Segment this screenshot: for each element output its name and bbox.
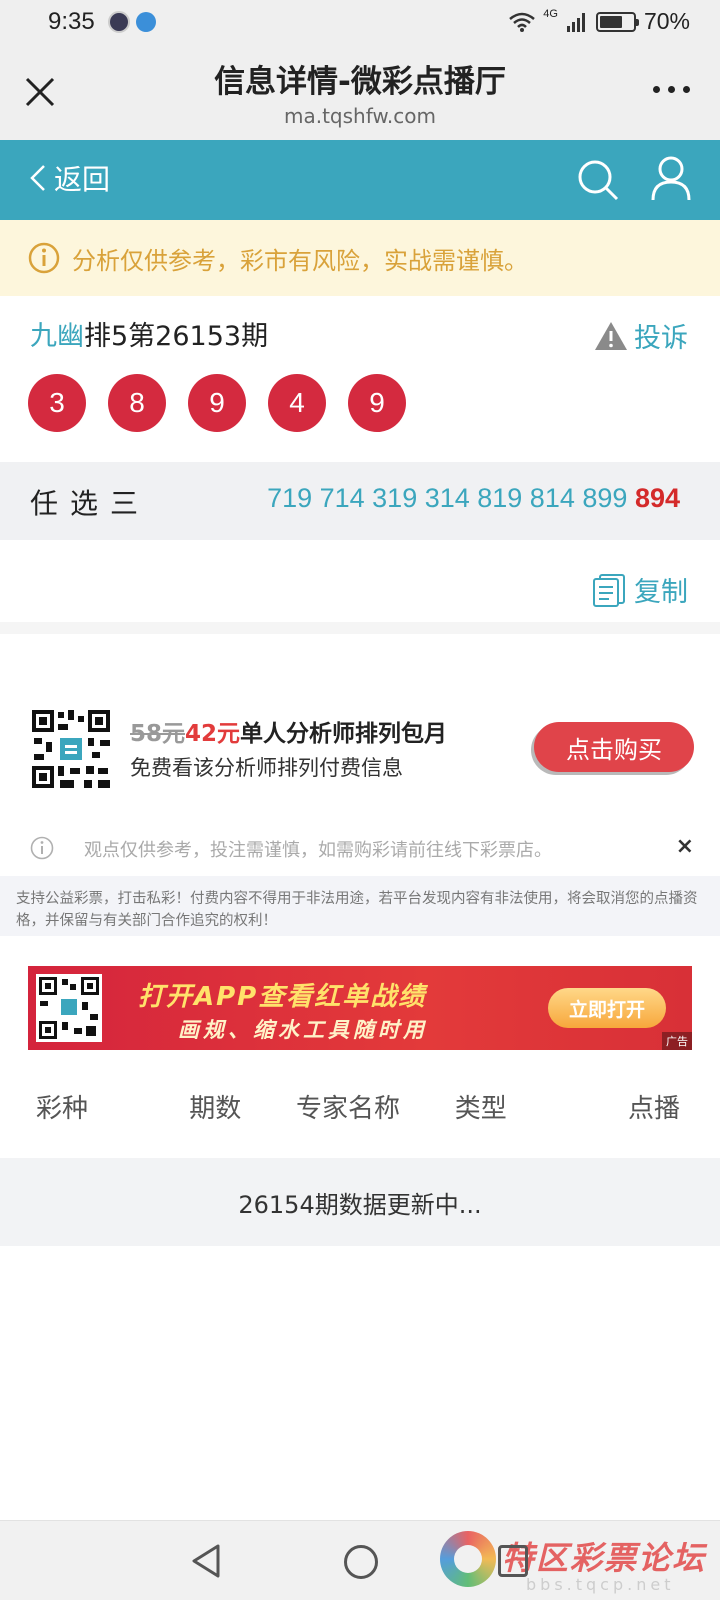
pick-numbers: 719 714 319 314 819 814 899 894	[267, 483, 680, 514]
app-ad-banner[interactable]: 打开APP查看红单战绩 画规、缩水工具随时用 立即打开 广告	[28, 966, 692, 1050]
issue-title: 九幽排5第26153期	[30, 314, 268, 353]
battery-percent: 70%	[643, 8, 690, 34]
analyst-name-link[interactable]: 九幽	[30, 321, 84, 352]
risk-warning-bar: 分析仅供参考，彩市有风险，实战需谨慎。	[0, 220, 720, 296]
subscription-promo: 58元42元单人分析师排列包月 免费看该分析师排列付费信息 点击购买	[30, 700, 694, 790]
result-ball: 8	[108, 374, 166, 432]
back-button[interactable]: 返回	[30, 158, 110, 198]
search-icon[interactable]	[576, 158, 620, 202]
nav-recents-icon[interactable]	[498, 1545, 528, 1577]
forum-watermark: 特区彩票论坛 bbs.tqcp.net	[440, 1529, 710, 1599]
network-type: 4G	[543, 7, 558, 20]
chevron-left-icon	[30, 165, 45, 191]
status-indicators: 4G 70%	[509, 8, 690, 35]
result-ball: 4	[268, 374, 326, 432]
column-header: 期数	[189, 1094, 242, 1124]
notice-text: 观点仅供参考，投注需谨慎，如需购彩请前往线下彩票店。	[84, 840, 552, 861]
browser-url: ma.tqshfw.com	[283, 104, 436, 128]
signal-icon	[566, 12, 585, 32]
old-price: 58元	[130, 721, 186, 747]
warning-text: 分析仅供参考，彩市有风险，实战需谨慎。	[72, 246, 528, 275]
open-app-button[interactable]: 立即打开	[548, 988, 666, 1028]
column-header: 彩种	[36, 1094, 89, 1124]
copy-label: 复制	[634, 577, 688, 608]
notification-app-icon	[136, 12, 156, 32]
pick-hit-number: 894	[634, 483, 680, 513]
ad-headline: 打开APP查看红单战绩	[138, 982, 427, 1012]
column-header: 点播	[627, 1094, 680, 1124]
notification-avatar-icon	[108, 11, 130, 33]
more-dot-icon	[668, 86, 675, 93]
qr-code-icon	[30, 708, 112, 790]
user-icon[interactable]	[650, 156, 692, 202]
pick-number-list: 719 714 319 314 819 814 899	[267, 483, 628, 513]
watermark-url: bbs.tqcp.net	[526, 1575, 675, 1594]
section-divider	[0, 622, 720, 634]
column-header: 类型	[454, 1094, 507, 1124]
site-header: 返回	[0, 140, 720, 220]
status-time: 9:35	[48, 8, 95, 35]
ad-subline: 画规、缩水工具随时用	[178, 1018, 428, 1042]
legal-disclaimer: 支持公益彩票，打击私彩！付费内容不得用于非法用途，若平台发现内容有非法使用，将会…	[0, 876, 720, 936]
promo-title: 58元42元单人分析师排列包月	[130, 714, 447, 748]
issue-label: 排5第26153期	[84, 321, 269, 352]
browser-title: 信息详情-微彩点播厅	[214, 64, 506, 100]
result-ball: 9	[348, 374, 406, 432]
new-price: 42元	[185, 721, 241, 747]
warning-triangle-icon	[595, 321, 627, 350]
promo-subtitle: 免费看该分析师排列付费信息	[130, 756, 403, 780]
result-ball: 3	[28, 374, 86, 432]
table-header: 彩种 期数 专家名称 类型 点播	[0, 1088, 720, 1138]
more-dot-icon	[653, 86, 660, 93]
battery-icon	[595, 11, 639, 32]
draw-result-balls: 3 8 9 4 9	[28, 374, 406, 432]
back-label: 返回	[54, 163, 111, 196]
pick-row: 任选三 719 714 319 314 819 814 899 894	[0, 462, 720, 540]
notice-close-button[interactable]: ×	[676, 834, 694, 859]
wifi-icon	[509, 12, 536, 32]
browser-bar: 信息详情-微彩点播厅 ma.tqshfw.com	[0, 46, 720, 140]
forum-logo-icon	[440, 1531, 496, 1587]
status-bar: 9:35 4G 70%	[0, 0, 720, 46]
system-nav-bar: 特区彩票论坛 bbs.tqcp.net	[0, 1520, 720, 1600]
buy-button[interactable]: 点击购买	[534, 722, 694, 772]
pick-type-label: 任选三	[30, 487, 151, 520]
table-status-row: 26154期数据更新中...	[0, 1158, 720, 1246]
nav-back-icon[interactable]	[190, 1543, 222, 1579]
ad-tag: 广告	[662, 1032, 692, 1050]
result-ball: 9	[188, 374, 246, 432]
qr-code-icon	[36, 974, 102, 1042]
copy-button[interactable]: 复制	[592, 570, 688, 609]
info-icon	[30, 836, 54, 860]
more-options-button[interactable]	[653, 86, 690, 93]
notice-bar: 观点仅供参考，投注需谨慎，如需购彩请前往线下彩票店。 ×	[30, 834, 694, 864]
report-button[interactable]: 投诉	[594, 316, 688, 355]
column-header: 专家名称	[296, 1094, 401, 1124]
watermark-text: 特区彩票论坛	[502, 1539, 707, 1577]
copy-icon	[593, 573, 625, 607]
info-icon	[28, 242, 60, 274]
promo-product: 单人分析师排列包月	[240, 721, 448, 747]
nav-home-icon[interactable]	[344, 1545, 378, 1579]
report-label: 投诉	[634, 323, 688, 354]
more-dot-icon	[683, 86, 690, 93]
